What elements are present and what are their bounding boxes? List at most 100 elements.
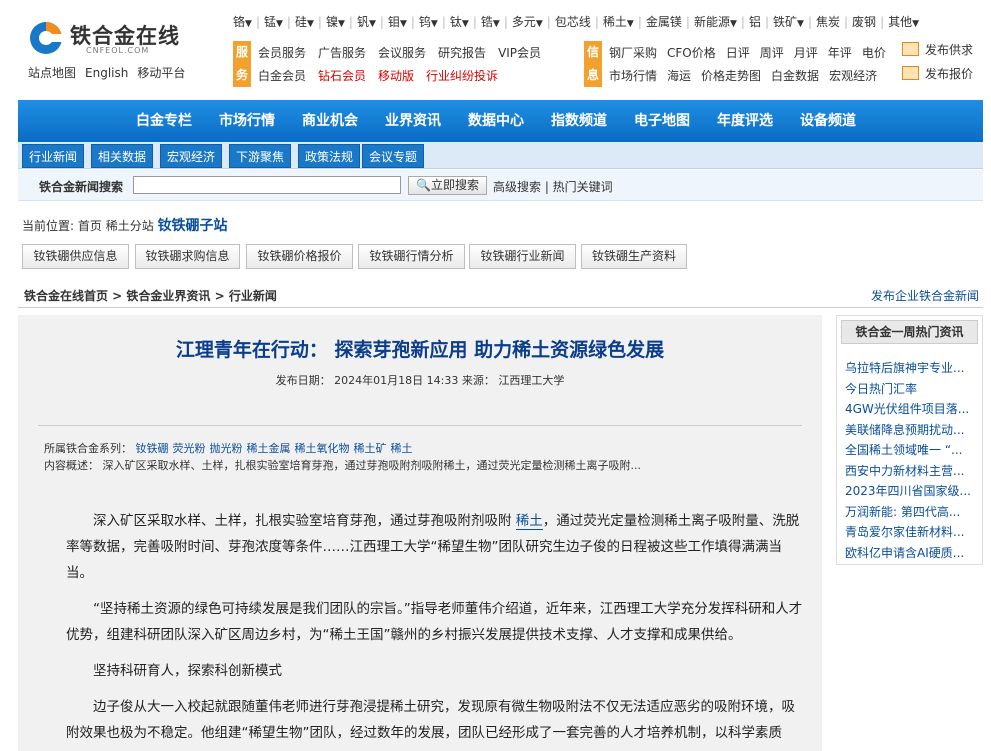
nav-index[interactable]: 指数频道 <box>551 100 607 142</box>
cfo-price-link[interactable]: CFO价格 <box>667 46 716 60</box>
monthly-review-link[interactable]: 月评 <box>794 46 818 60</box>
metal-category-item[interactable]: 锆▼ <box>481 15 500 29</box>
hot-news-item[interactable]: 美联储降息预期扰动... <box>845 420 973 441</box>
metal-category-item[interactable]: 包芯线 <box>555 15 591 29</box>
meeting-service-link[interactable]: 会议服务 <box>378 46 426 60</box>
hot-news-item[interactable]: 乌拉特后旗神宇专业... <box>845 358 973 379</box>
metal-category-item[interactable]: 焦炭 <box>816 15 840 29</box>
tab-related-data[interactable]: 相关数据 <box>91 144 154 168</box>
price-trend-link[interactable]: 价格走势图 <box>701 69 761 83</box>
nav-business[interactable]: 商业机会 <box>302 100 358 142</box>
shipping-link[interactable]: 海运 <box>667 69 691 83</box>
platinum-data-link[interactable]: 白金数据 <box>771 69 819 83</box>
diamond-member-link[interactable]: 钻石会员 <box>318 69 366 83</box>
info-row-2: 市场行情 海运 价格走势图 白金数据 宏观经济 <box>609 67 877 84</box>
metal-category-item[interactable]: 多元▼ <box>512 15 543 29</box>
member-service-link[interactable]: 会员服务 <box>258 46 306 60</box>
metal-category-label: 焦炭 <box>815 15 840 29</box>
advanced-search-links[interactable]: 高级搜索 | 热门关键词 <box>493 178 613 195</box>
metal-category-item[interactable]: 铝 <box>749 15 761 29</box>
nav-market[interactable]: 市场行情 <box>219 100 275 142</box>
research-report-link[interactable]: 研究报告 <box>438 46 486 60</box>
metal-category-item[interactable]: 钒▼ <box>357 15 376 29</box>
tab-industry-news[interactable]: 行业新闻 <box>22 144 85 168</box>
hot-news-item[interactable]: 4GW光伏组件项目落... <box>845 399 973 420</box>
tab-meeting[interactable]: 会议专题 <box>362 144 425 168</box>
metal-separator: | <box>410 15 415 29</box>
hot-news-item[interactable]: 青岛爱尔家佳新材料... <box>845 522 973 543</box>
hot-news-item[interactable]: 欧科亿申请含AI硬质... <box>845 543 973 564</box>
category-tag-link[interactable]: 稀土金属 <box>247 442 291 455</box>
tab-policy[interactable]: 政策法规 <box>298 144 361 168</box>
daily-review-link[interactable]: 日评 <box>726 46 750 60</box>
metal-category-item[interactable]: 铬▼ <box>233 15 252 29</box>
tab-downstream[interactable]: 下游聚焦 <box>229 144 292 168</box>
metal-category-item[interactable]: 钨▼ <box>419 15 438 29</box>
platinum-member-link[interactable]: 白金会员 <box>258 69 306 83</box>
chevron-down-icon: ▼ <box>729 19 737 29</box>
metal-category-item[interactable]: 铁矿▼ <box>773 15 804 29</box>
article-title: 江理青年在行动： 探索芽孢新应用 助力稀土资源绿色发展 <box>175 339 665 361</box>
ad-service-link[interactable]: 广告服务 <box>318 46 366 60</box>
sitemap-link[interactable]: 站点地图 <box>28 66 76 80</box>
mobile-platform-link[interactable]: 移动平台 <box>137 66 185 80</box>
metal-category-item[interactable]: 金属镁 <box>646 15 682 29</box>
ndfeb-analysis-button[interactable]: 钕铁硼行情分析 <box>358 244 465 269</box>
ndfeb-supply-button[interactable]: 钕铁硼供应信息 <box>22 244 129 269</box>
search-button[interactable]: 🔍立即搜索 <box>408 176 487 195</box>
weekly-review-link[interactable]: 周评 <box>760 46 784 60</box>
metal-category-item[interactable]: 钛▼ <box>450 15 469 29</box>
metal-separator: | <box>685 15 690 29</box>
nav-industry-news[interactable]: 业界资讯 <box>385 100 441 142</box>
keyword-link-rare-earth[interactable]: 稀土 <box>515 513 543 530</box>
nav-platinum-column[interactable]: 白金专栏 <box>136 100 192 142</box>
dispute-complaint-link[interactable]: 行业纠纷投诉 <box>426 69 498 83</box>
metal-category-item[interactable]: 镍▼ <box>326 15 345 29</box>
metal-category-item[interactable]: 新能源▼ <box>694 15 737 29</box>
breadcrumb-path[interactable]: 铁合金在线首页 > 铁合金业界资讯 > 行业新闻 <box>24 287 277 304</box>
publish-supply-button[interactable]: 发布供求 <box>902 41 973 58</box>
metal-category-item[interactable]: 废钢 <box>852 15 876 29</box>
english-link[interactable]: English <box>85 66 128 80</box>
category-tag-link[interactable]: 稀土氧化物 <box>295 442 350 455</box>
nav-map[interactable]: 电子地图 <box>634 100 690 142</box>
category-tag-link[interactable]: 稀土矿 <box>354 442 387 455</box>
electricity-price-link[interactable]: 电价 <box>862 46 886 60</box>
hot-news-item[interactable]: 全国稀土领域唯一 “... <box>845 440 973 461</box>
metal-category-item[interactable]: 硅▼ <box>295 15 314 29</box>
yearly-review-link[interactable]: 年评 <box>828 46 852 60</box>
hot-news-item[interactable]: 2023年四川省国家级... <box>845 481 973 502</box>
tab-macro[interactable]: 宏观经济 <box>160 144 223 168</box>
ndfeb-news-button[interactable]: 钕铁硼行业新闻 <box>469 244 576 269</box>
site-logo[interactable]: 铁合金在线 CNFEOL.COM <box>28 14 208 64</box>
steel-purchase-link[interactable]: 钢厂采购 <box>609 46 657 60</box>
macro-economy-link[interactable]: 宏观经济 <box>829 69 877 83</box>
nav-equipment[interactable]: 设备频道 <box>800 100 856 142</box>
metal-category-label: 镍 <box>325 15 338 29</box>
category-tag-link[interactable]: 抛光粉 <box>210 442 243 455</box>
ndfeb-production-button[interactable]: 钕铁硼生产资料 <box>581 244 687 269</box>
search-input[interactable] <box>133 176 401 194</box>
hot-news-item[interactable]: 万润新能: 第四代高... <box>845 502 973 523</box>
category-tag-link[interactable]: 荧光粉 <box>173 442 206 455</box>
nav-data-center[interactable]: 数据中心 <box>468 100 524 142</box>
hot-news-item[interactable]: 今日热门汇率 <box>845 379 973 400</box>
vip-member-link[interactable]: VIP会员 <box>498 46 541 60</box>
ndfeb-price-button[interactable]: 钕铁硼价格报价 <box>246 244 353 269</box>
category-tag-link[interactable]: 钕铁硼 <box>136 442 169 455</box>
metal-category-item[interactable]: 其他▼ <box>888 15 919 29</box>
ndfeb-purchase-button[interactable]: 钕铁硼求购信息 <box>135 244 240 269</box>
location-branch-link[interactable]: 稀土分站 <box>106 219 154 233</box>
metal-category-item[interactable]: 钼▼ <box>388 15 407 29</box>
hot-news-item[interactable]: 西安中力新材料主营... <box>845 461 973 482</box>
publish-quote-button[interactable]: 发布报价 <box>902 65 973 82</box>
metal-category-item[interactable]: 稀土▼ <box>603 15 634 29</box>
metal-category-item[interactable]: 锰▼ <box>264 15 283 29</box>
publish-news-link[interactable]: 发布企业铁合金新闻 <box>871 287 979 304</box>
category-tag-link[interactable]: 稀土 <box>391 442 413 455</box>
location-home-link[interactable]: 首页 <box>78 219 102 233</box>
chevron-down-icon: ▼ <box>276 19 283 29</box>
mobile-version-link[interactable]: 移动版 <box>378 69 414 83</box>
nav-annual-selection[interactable]: 年度评选 <box>717 100 773 142</box>
market-quotes-link[interactable]: 市场行情 <box>609 69 657 83</box>
